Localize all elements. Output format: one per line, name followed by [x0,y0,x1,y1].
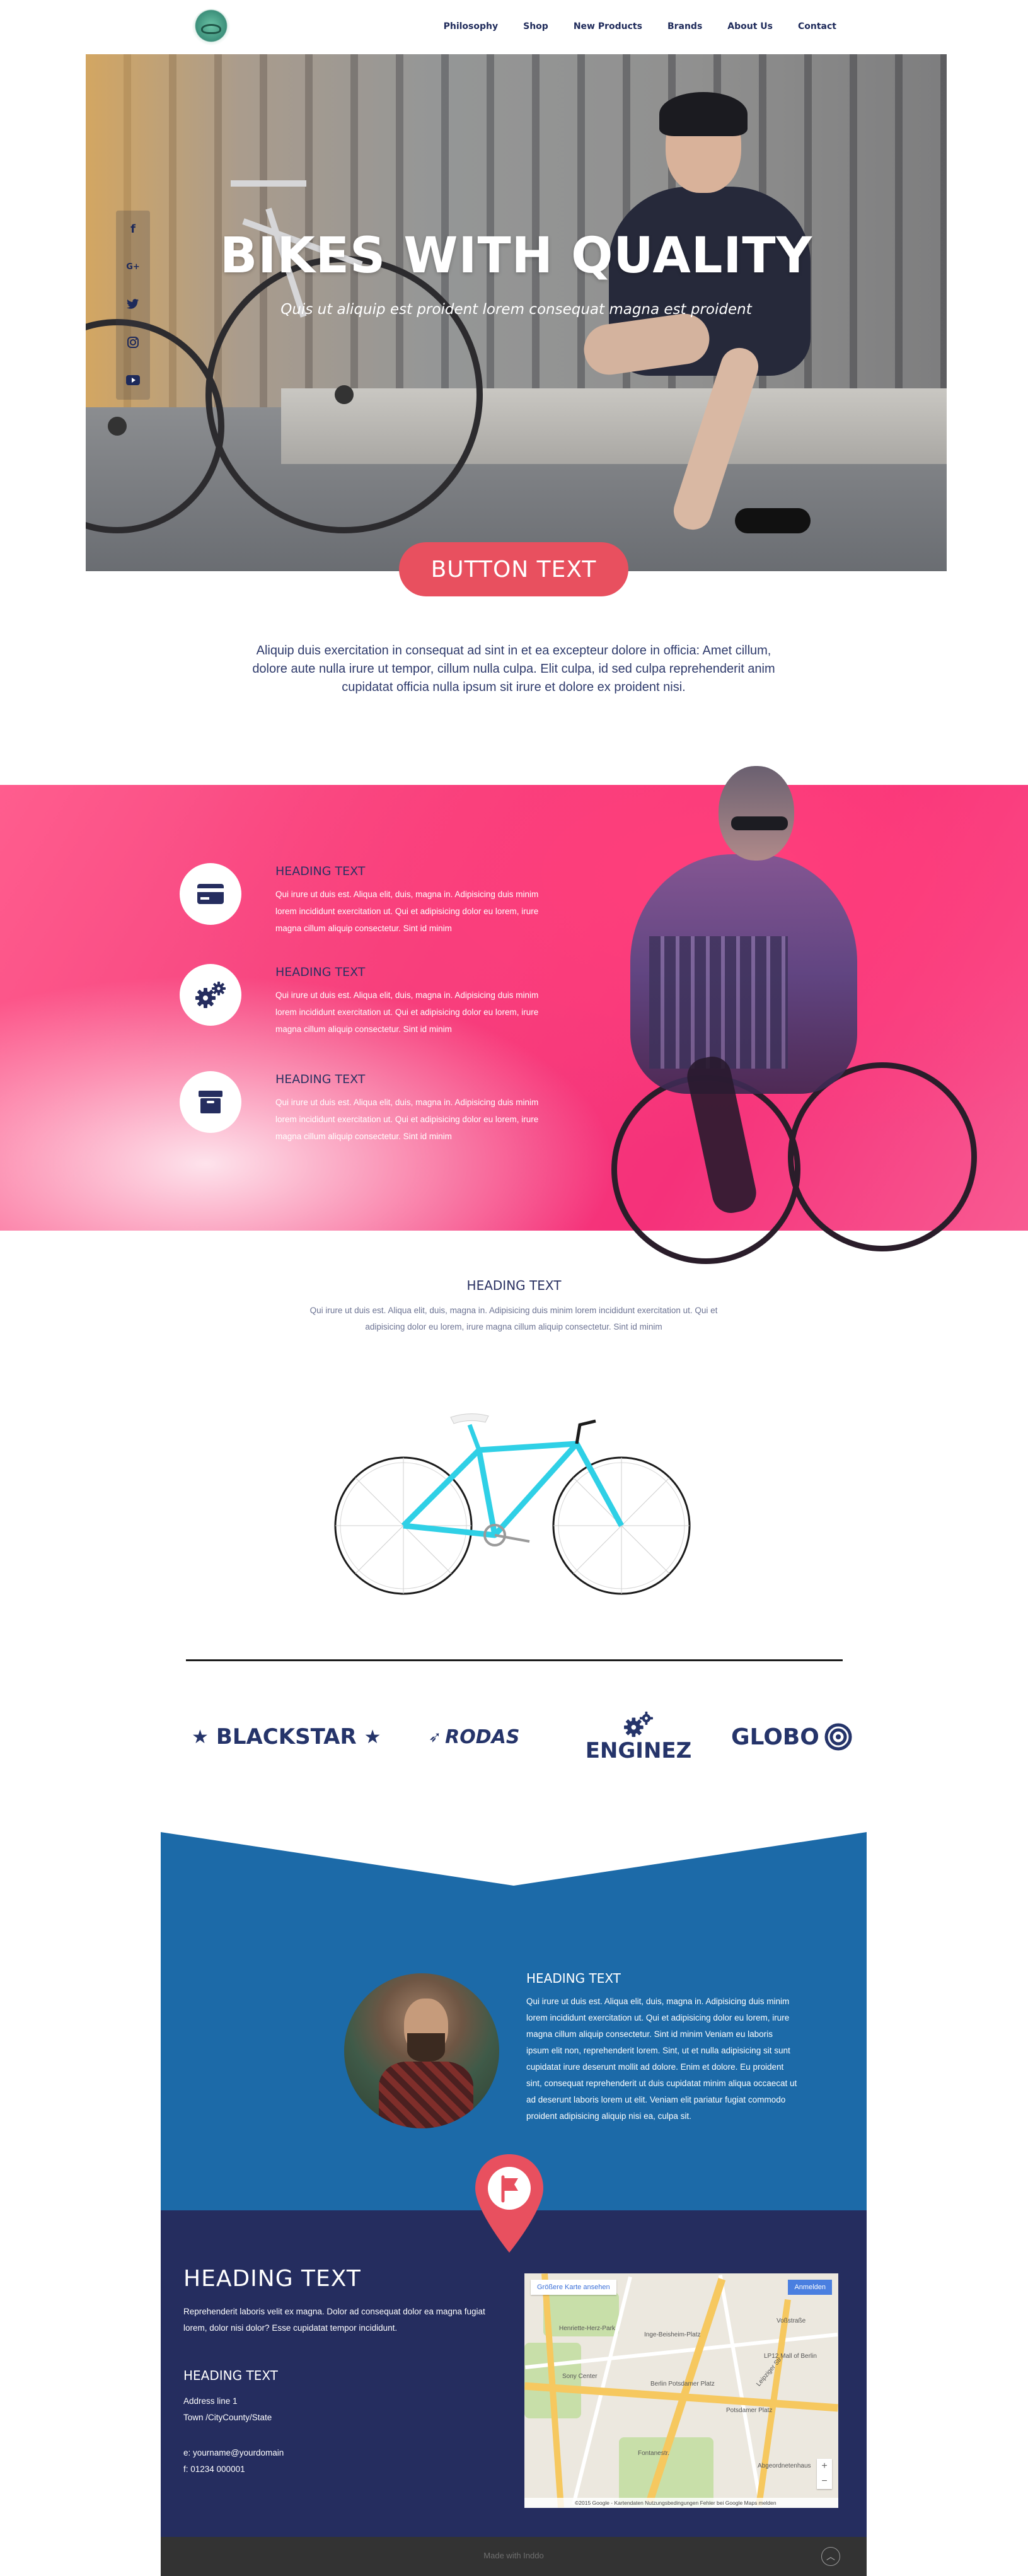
bike-wheel [205,256,483,533]
map-label: Sony Center [562,2373,598,2380]
footer-bar: Made with Inddo ︿ [161,2537,867,2576]
hero-person [571,92,836,546]
nav-link-about-us[interactable]: About Us [727,21,773,32]
star-icon: ★ [364,1726,381,1748]
hero-title: BIKES WITH QUALITY [219,228,813,284]
feature-icon-circle [180,863,241,925]
instagram-icon[interactable] [124,333,142,352]
section-heading: HEADING TEXT [466,1278,562,1293]
contact-text: Reprehenderit laboris velit ex magna. Do… [183,2307,485,2333]
brand-blackstar[interactable]: ★ BLACKSTAR ★ [192,1702,381,1772]
youtube-icon[interactable] [124,371,142,390]
target-icon [824,1723,852,1751]
map-label: LP12 Mall of Berlin [764,2353,817,2360]
map-label: Inge-Beisheim-Platz [644,2331,701,2338]
feature-heading: HEADING TEXT [275,1072,366,1086]
location-pin-icon [475,2154,543,2253]
arrow-icon: ➶ [429,1728,442,1746]
nav-link-brands[interactable]: Brands [667,21,702,32]
nav-link-shop[interactable]: Shop [523,21,548,32]
map-label: Berlin Potsdamer Platz [650,2381,715,2387]
map-sign-in-button[interactable]: Anmelden [788,2280,832,2295]
made-with-text[interactable]: Made with Inddo [161,2551,867,2560]
phone-line: f: 01234 000001 [183,2464,245,2474]
hero-banner: BIKES WITH QUALITY Quis ut aliquip est p… [86,54,947,571]
chevron-up-icon: ︿ [826,2551,835,2561]
brand-enginez[interactable]: ENGINEZ [585,1702,692,1772]
feature-heading: HEADING TEXT [275,864,366,878]
map-label: Fontanestr. [638,2450,670,2457]
credit-card-icon [197,884,224,904]
map-label: Voßstraße [777,2318,806,2324]
social-bar: f G+ [116,211,150,400]
logo[interactable] [192,9,230,47]
scroll-to-top-button[interactable]: ︿ [821,2547,840,2566]
city-line: Town /CityCounty/State [183,2413,272,2422]
brand-label: ENGINEZ [585,1738,692,1763]
section-notch [161,1832,867,1886]
feature-text: Qui irure ut duis est. Aliqua elit, duis… [275,1098,539,1141]
bike-logo-icon [201,24,221,34]
contact-section: HEADING TEXT Reprehenderit laboris velit… [161,2210,867,2537]
star-icon: ★ [192,1726,209,1748]
brands-row: ★ BLACKSTAR ★ ➶ RODAS ENGINEZ GLOBO [183,1702,852,1772]
feature-icon-circle [180,1071,241,1133]
brand-rodas[interactable]: ➶ RODAS [429,1702,519,1772]
feature-heading: HEADING TEXT [275,965,366,979]
about-text: Qui irure ut duis est. Aliqua elit, duis… [526,1997,797,2121]
facebook-icon[interactable]: f [124,219,142,238]
brand-label: RODAS [445,1726,520,1748]
map-label: Henriette-Herz-Park [559,2325,615,2332]
feature-text: Qui irure ut duis est. Aliqua elit, duis… [275,990,539,1034]
bike-image [334,1413,691,1595]
about-heading: HEADING TEXT [526,1971,621,1986]
nav-link-contact[interactable]: Contact [798,21,836,32]
twitter-icon[interactable] [124,295,142,314]
intro-text: Aliquip duis exercitation in consequat a… [252,644,775,694]
feature-icon-circle [180,964,241,1026]
cta-button[interactable]: BUTTON TEXT [399,542,628,596]
avatar [342,1971,502,2131]
brand-label: GLOBO [731,1724,819,1750]
brand-globo[interactable]: GLOBO [731,1702,852,1772]
archive-box-icon [199,1091,222,1113]
email-line[interactable]: e: yourname@yourdomain [183,2445,284,2461]
section-divider [186,1659,843,1661]
nav-links: Philosophy Shop New Products Brands Abou… [444,21,836,32]
brand-label: BLACKSTAR [216,1724,357,1749]
nav-link-new-products[interactable]: New Products [574,21,642,32]
hero-subtitle: Quis ut aliquip est proident lorem conse… [280,301,752,318]
google-plus-icon[interactable]: G+ [124,257,142,276]
map-embed[interactable]: Größere Karte ansehen Anmelden Henriette… [524,2273,838,2508]
gears-icon [195,982,226,1008]
address-line: Address line 1 [183,2396,238,2406]
section-text: Qui irure ut duis est. Aliqua elit, duis… [309,1306,718,1332]
map-attribution: ©2015 Google - Kartendaten Nutzungsbedin… [524,2498,838,2508]
map-label: Abgeordnetenhaus [758,2463,811,2469]
map-zoom-control[interactable]: + − [817,2459,832,2489]
cyclist-image [574,766,977,1264]
bike-frame [231,180,306,187]
larger-map-button[interactable]: Größere Karte ansehen [531,2280,616,2295]
map-label: Potsdamer Platz [726,2407,773,2414]
top-nav: Philosophy Shop New Products Brands Abou… [161,0,867,54]
address-block: Address line 1 Town /CityCounty/State [183,2393,272,2426]
contact-details: e: yourname@yourdomain f: 01234 000001 [183,2445,284,2478]
features-section: HEADING TEXT Qui irure ut duis est. Aliq… [0,766,1028,1264]
nav-link-philosophy[interactable]: Philosophy [444,21,499,32]
contact-heading: HEADING TEXT [183,2266,361,2292]
gears-icon [624,1711,653,1738]
contact-subheading: HEADING TEXT [183,2368,278,2383]
feature-text: Qui irure ut duis est. Aliqua elit, duis… [275,890,539,933]
